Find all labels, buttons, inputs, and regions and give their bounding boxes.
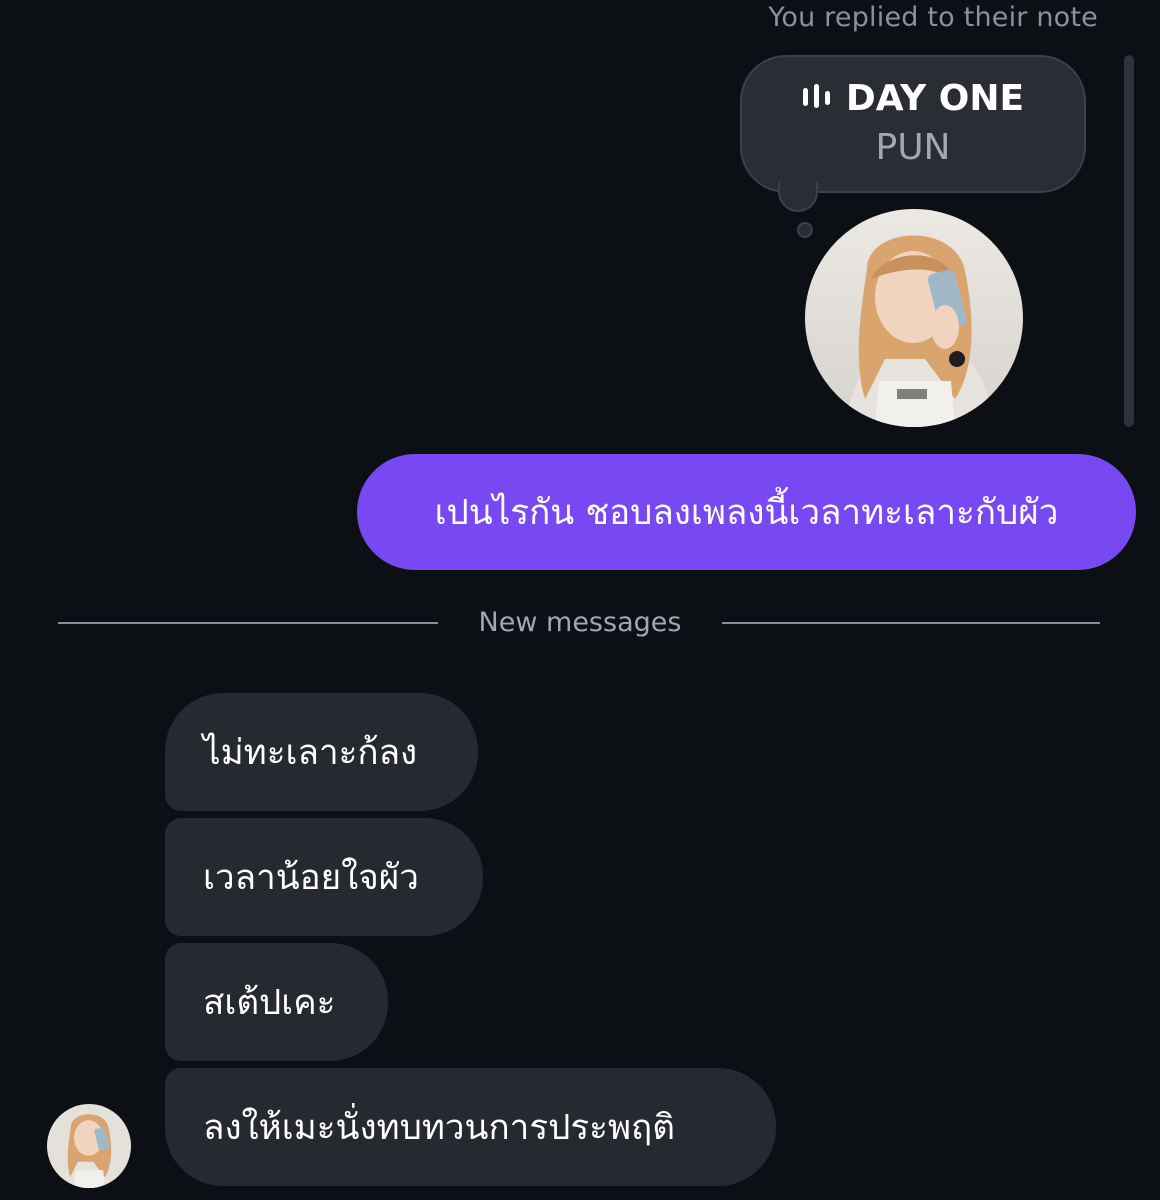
note-reply-caption: You replied to their note [768,2,1098,33]
scrollbar[interactable] [1124,55,1134,427]
received-message-text: ไม่ทะเลาะก้ลง [203,732,418,773]
note-title-row: DAY ONE [740,78,1086,119]
new-messages-divider-label: New messages [478,607,682,638]
received-message-bubble[interactable]: เวลาน้อยใจผัว [165,818,483,936]
received-message-text: ลงให้เมะนั่งทบทวนการประพฤติ [203,1107,675,1148]
note-subtitle: PUN [875,127,951,168]
note-title: DAY ONE [845,78,1025,119]
sent-message-text: เปนไรกัน ชอบลงเพลงนี้เวลาทะเลาะกับผัว [434,492,1059,533]
divider-line-left [58,622,438,624]
contact-avatar[interactable] [805,209,1023,427]
received-message-bubble[interactable]: ลงให้เมะนั่งทบทวนการประพฤติ [165,1068,776,1186]
note-bubble[interactable] [740,55,1086,193]
received-message-bubble[interactable]: ไม่ทะเลาะก้ลง [165,693,478,811]
note-bubble-tail [778,182,818,212]
received-message-text: สเต้ปเคะ [203,982,336,1023]
divider-line-right [722,622,1100,624]
sender-avatar[interactable] [47,1104,131,1188]
music-bars-icon [802,77,834,118]
received-message-bubble[interactable]: สเต้ปเคะ [165,943,388,1061]
note-bubble-tail-dot [797,222,813,238]
sent-message-bubble[interactable]: เปนไรกัน ชอบลงเพลงนี้เวลาทะเลาะกับผัว [357,454,1136,570]
received-message-text: เวลาน้อยใจผัว [203,857,419,898]
